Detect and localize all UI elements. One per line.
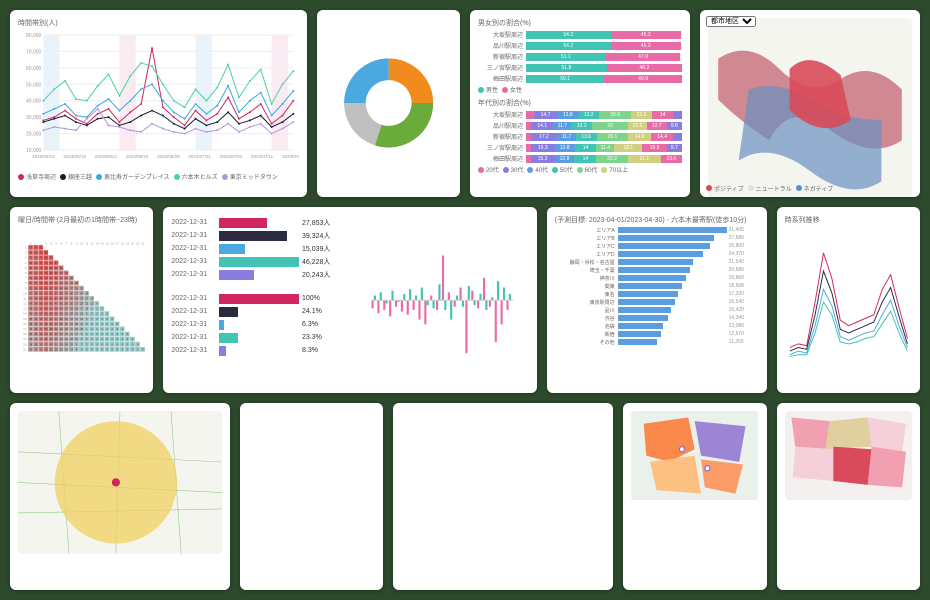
svg-text:30,000: 30,000 [26,115,42,121]
svg-text:15: 15 [23,316,27,320]
svg-text:2023/06/29: 2023/06/29 [157,154,180,159]
c3a-legend: 男性女性 [478,85,682,94]
svg-text:2023/07/11: 2023/07/11 [251,154,274,159]
card-map-sentiment: 都市地区 ポジティブニュートラルネガティブ [700,10,920,197]
svg-text:11: 11 [23,296,26,300]
svg-text:2: 2 [40,241,42,245]
svg-text:2023/06/24: 2023/06/24 [126,154,149,159]
svg-text:5: 5 [25,266,27,270]
c3a-bars: 大坂駅周辺54.245.2品川駅周辺54.245.2新宿駅周辺51.147.9三… [478,30,682,83]
svg-text:6: 6 [25,271,27,275]
c4-legend: ポジティブニュートラルネガティブ [706,184,914,193]
svg-text:20: 20 [131,241,135,245]
svg-text:5: 5 [55,241,57,245]
svg-text:20: 20 [23,342,27,346]
c7-title: (予測目標: 2023-04-01/2023-04-30) - 六本木最寄駅(徒… [555,215,759,225]
svg-text:20,000: 20,000 [26,132,42,138]
c3b-title: 年代別の割合(%) [478,98,682,108]
card-pyramid [240,403,383,590]
svg-text:40,000: 40,000 [26,99,42,105]
svg-text:2023/06/21: 2023/06/21 [95,154,118,159]
svg-text:19: 19 [23,337,27,341]
svg-text:12: 12 [23,301,27,305]
c13-map [785,411,912,500]
svg-text:14: 14 [100,241,104,245]
c12-map [631,411,758,500]
svg-text:16: 16 [23,322,27,326]
svg-text:10: 10 [23,291,27,295]
c3b-legend: 20代30代40代50代60代70以上 [478,165,682,174]
c7-bars: エリアA31,405エリアB27,680エリアC26,800エリアD24,370… [555,227,759,346]
card-map-coverage [10,403,230,590]
c1-legend: 浅草寺周辺銀座三越恵比寿ガーデンプレイス六本木ヒルズ東京ミッドタウン [18,172,299,181]
map-region-select[interactable]: 都市地区 [706,16,756,27]
card-heatmap: 曜日/時間帯 (2月最初の1時間帯~23時) 01234567891011121… [10,207,153,394]
card-line-timeseries: 時間帯別(人) 10,00020,00030,00040,00050,00060… [10,10,307,197]
c8-title: 時系列推移 [785,215,912,225]
card-map-zones [623,403,766,590]
c5-title: 曜日/時間帯 (2月最初の1時間帯~23時) [18,215,145,225]
svg-text:2023/07/01: 2023/07/01 [188,154,211,159]
c9-map [18,411,222,554]
svg-text:18: 18 [121,241,125,245]
card-donut [317,10,460,197]
c6-right-chart [353,215,529,386]
svg-text:21: 21 [136,241,140,245]
card-trend-line: 時系列推移 [777,207,920,394]
c1-title: 時間帯別(人) [18,18,299,28]
card-multiline-2 [393,403,613,590]
svg-text:3: 3 [25,255,27,259]
svg-text:7: 7 [25,276,27,280]
c11-chart [401,411,605,571]
svg-text:17: 17 [23,327,27,331]
svg-text:13: 13 [95,241,99,245]
svg-text:2: 2 [25,250,27,254]
svg-text:22: 22 [141,241,145,245]
svg-text:1: 1 [25,245,27,249]
svg-text:9: 9 [76,241,78,245]
svg-text:10: 10 [80,241,84,245]
c1-chart: 10,00020,00030,00040,00050,00060,00070,0… [18,30,299,170]
svg-text:16: 16 [111,241,115,245]
c6-left: 2022-12-3127,853人2022-12-3139,324人2022-1… [171,215,347,386]
c3b-bars: 大坂駅周辺14.713.813.220.613.214品川駅周辺14.111.7… [478,110,682,163]
svg-text:2023/07/21: 2023/07/21 [282,154,299,159]
c2-chart [325,38,452,168]
c8-chart [785,227,912,377]
c5-chart: 0123456789101112131415161718192021222317… [18,227,145,377]
svg-text:8: 8 [25,281,27,285]
svg-text:14: 14 [23,311,27,315]
c10-chart [248,411,375,521]
svg-text:9: 9 [25,286,27,290]
svg-text:18: 18 [23,332,27,336]
card-map-choropleth [777,403,920,590]
svg-text:7: 7 [66,241,68,245]
svg-text:80,000: 80,000 [26,33,42,39]
svg-text:19: 19 [126,241,130,245]
card-demographics: 男女別の割合(%) 大坂駅周辺54.245.2品川駅周辺54.245.2新宿駅周… [470,10,690,197]
c4-map [708,18,912,197]
svg-text:15: 15 [105,241,109,245]
svg-text:2023/07/04: 2023/07/04 [220,154,243,159]
card-ranking: (予測目標: 2023-04-01/2023-04-30) - 六本木最寄駅(徒… [547,207,767,394]
svg-text:4: 4 [25,260,27,264]
svg-text:1: 1 [35,241,37,245]
svg-text:6: 6 [60,241,62,245]
c3a-title: 男女別の割合(%) [478,18,682,28]
svg-text:17: 17 [116,241,120,245]
svg-text:2023/06/12: 2023/06/12 [32,154,55,159]
svg-text:4: 4 [50,241,52,245]
svg-text:12: 12 [90,241,94,245]
svg-text:60,000: 60,000 [26,66,42,72]
svg-text:2023/06/19: 2023/06/19 [63,154,86,159]
svg-text:50,000: 50,000 [26,82,42,88]
svg-text:0: 0 [30,241,32,245]
svg-text:13: 13 [23,306,27,310]
card-combined-bars: 2022-12-3127,853人2022-12-3139,324人2022-1… [163,207,536,394]
svg-text:21: 21 [23,347,27,351]
svg-text:3: 3 [45,241,47,245]
svg-text:11: 11 [85,241,88,245]
svg-text:70,000: 70,000 [26,49,42,55]
svg-text:8: 8 [71,241,73,245]
